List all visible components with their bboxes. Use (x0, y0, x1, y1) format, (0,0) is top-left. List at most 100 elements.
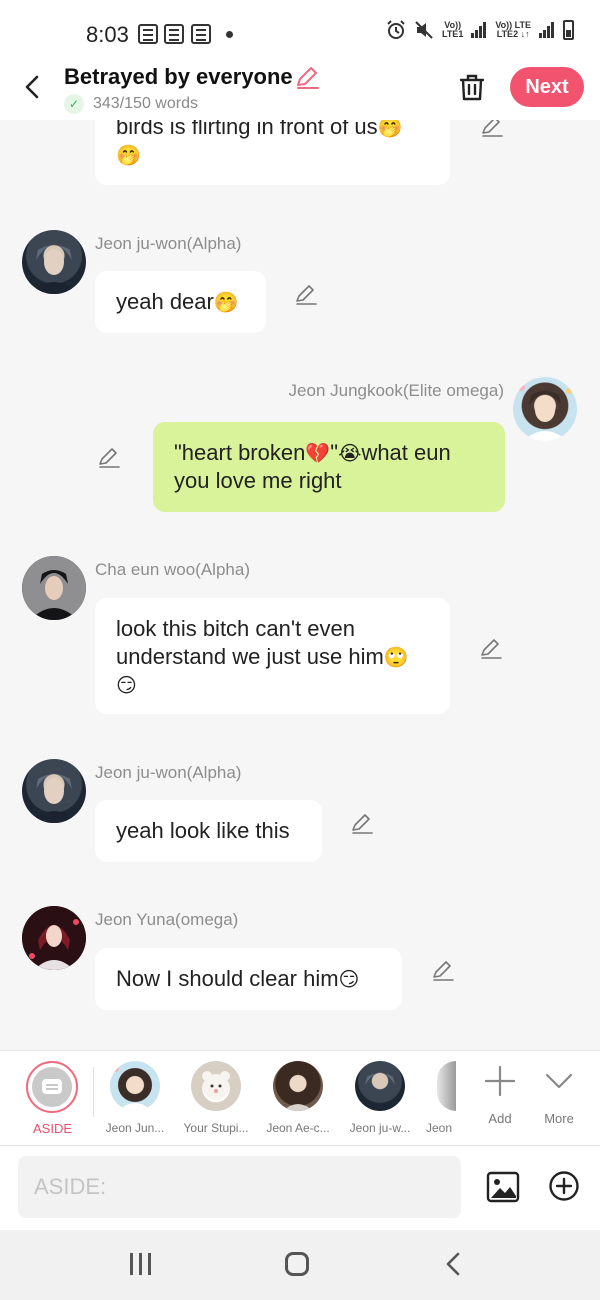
mute-icon (415, 21, 433, 39)
status-time: 8:03 (86, 22, 129, 47)
message-text: birds is flirting in front of us (116, 120, 378, 139)
character-jeon-partial[interactable] (437, 1061, 456, 1111)
alarm-icon (387, 20, 405, 39)
message-bubble[interactable]: birds is flirting in front of us🤭 🤭 (95, 120, 450, 185)
edit-message-button[interactable] (97, 445, 121, 469)
aside-label: ASIDE (33, 1121, 73, 1136)
recents-button[interactable] (130, 1253, 154, 1275)
chevron-down-icon (545, 1073, 573, 1089)
divider (93, 1067, 94, 1117)
sender-name: Cha eun woo(Alpha) (95, 560, 250, 579)
message-text: what eun (361, 440, 451, 465)
add-character-button[interactable]: Add (478, 1059, 522, 1139)
plus-icon (484, 1065, 516, 1097)
sender-name: Jeon Yuna(omega) (95, 910, 239, 929)
edit-message-button[interactable] (294, 282, 318, 306)
jeon-jungkook-avatar[interactable] (513, 377, 577, 441)
emoji: 😭 (338, 443, 362, 465)
story-title[interactable]: Betrayed by everyone (64, 64, 293, 90)
delete-button[interactable] (458, 72, 486, 102)
pencil-icon (482, 120, 503, 137)
character-bar: ASIDE Jeon Jun... Your Stupi... Jeon Ae-… (0, 1050, 600, 1146)
sender-name: Jeon Jungkook(Elite omega) (288, 381, 504, 400)
edit-message-button[interactable] (480, 120, 504, 138)
pencil-icon (296, 285, 317, 305)
notification-dot-icon (226, 31, 233, 38)
aside-character-button[interactable] (26, 1061, 78, 1113)
message-text: "heart broken (174, 440, 306, 465)
add-button[interactable] (548, 1170, 580, 1202)
pencil-icon (297, 67, 319, 89)
system-back-button[interactable] (440, 1249, 470, 1279)
edit-message-button[interactable] (479, 636, 503, 660)
jeon-yuna-avatar[interactable] (22, 906, 86, 970)
pencil-icon (99, 448, 120, 468)
sender-name: Jeon ju-won(Alpha) (95, 234, 242, 253)
emoji: 🤭 (213, 292, 239, 314)
sim1-label: Vo)) LTE1 (441, 20, 464, 39)
home-button[interactable] (285, 1252, 309, 1276)
emoji: 😏 (338, 969, 360, 991)
character-name: Your Stupi... (183, 1121, 249, 1135)
message-text: look this bitch can't even (116, 616, 356, 641)
chevron-left-icon (25, 75, 39, 99)
notes-icon (191, 24, 211, 44)
message-bubble[interactable]: yeah look like this (95, 800, 322, 862)
battery-icon (563, 20, 574, 40)
more-characters-button[interactable]: More (537, 1059, 581, 1139)
back-button[interactable] (18, 72, 48, 102)
emoji: 🤭 (377, 120, 403, 139)
emoji: 💔 (305, 443, 331, 465)
chat-area[interactable]: birds is flirting in front of us🤭 🤭 Jeon… (0, 120, 600, 1050)
signal-icon (471, 22, 487, 38)
editor-header: Betrayed by everyone ✓ 343/150 words Nex… (0, 62, 600, 120)
edit-message-button[interactable] (431, 958, 455, 982)
emoji: 🤭 (116, 145, 141, 167)
character-name: Jeon (426, 1121, 453, 1135)
pencil-icon (433, 961, 454, 981)
sender-name: Jeon ju-won(Alpha) (95, 763, 242, 782)
check-icon: ✓ (64, 94, 84, 114)
image-icon (486, 1171, 520, 1203)
plus-circle-icon (549, 1171, 579, 1201)
jeon-ju-won-avatar[interactable] (22, 759, 86, 823)
emoji: 🙄 (383, 647, 409, 669)
system-nav-bar (0, 1230, 600, 1300)
status-right-icons: Vo)) LTE1 Vo)) LTE LTE2 ↓↑ (386, 20, 574, 40)
message-text: understand we just use him (116, 644, 384, 669)
next-button[interactable]: Next (510, 67, 584, 107)
insert-image-button[interactable] (486, 1170, 520, 1204)
notes-icon (164, 24, 184, 44)
signal-icon (539, 22, 555, 38)
message-text: yeah dear (116, 289, 214, 314)
message-bubble[interactable]: Now I should clear him😏 (95, 948, 402, 1010)
message-text: " (330, 440, 339, 465)
message-bubble[interactable]: "heart broken💔"😭what eun you love me rig… (153, 422, 505, 512)
message-bubble[interactable]: look this bitch can't even understand we… (95, 598, 450, 714)
character-name: Jeon ju-w... (349, 1121, 411, 1135)
edit-title-button[interactable] (294, 64, 320, 90)
character-name: Jeon Ae-c... (266, 1121, 330, 1135)
character-name: Jeon Jun... (105, 1121, 165, 1135)
cha-eun-woo-avatar[interactable] (22, 556, 86, 620)
character-jeon-ju-won[interactable] (355, 1061, 405, 1111)
emoji: 😏 (116, 675, 137, 697)
jeon-ju-won-avatar[interactable] (22, 230, 86, 294)
aside-input[interactable] (18, 1156, 461, 1218)
sim2-label: Vo)) LTE LTE2 ↓↑ (495, 20, 531, 39)
character-jeon-ae-c[interactable] (273, 1061, 323, 1111)
word-count: 343/150 words (93, 95, 198, 112)
edit-message-button[interactable] (350, 811, 374, 835)
message-text: you love me right (174, 468, 342, 493)
notes-icon (138, 24, 158, 44)
composer (0, 1146, 600, 1230)
add-label: Add (488, 1111, 512, 1126)
more-label: More (544, 1111, 574, 1126)
message-bubble[interactable]: yeah dear🤭 (95, 271, 266, 333)
message-text: Now I should clear him (116, 966, 339, 991)
character-your-stupid[interactable] (191, 1061, 241, 1111)
character-jeon-jungkook[interactable] (110, 1061, 160, 1111)
pencil-icon (352, 814, 373, 834)
pencil-icon (481, 639, 502, 659)
message-text: yeah look like this (116, 818, 290, 843)
